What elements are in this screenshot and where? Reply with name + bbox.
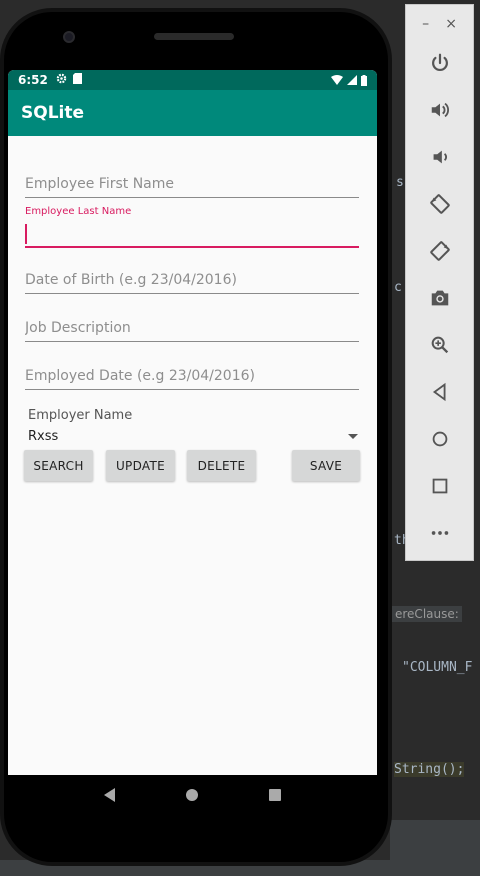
ide-where-clause-hint: ereClause:: [392, 606, 462, 622]
status-time: 6:52: [18, 73, 48, 87]
emulator-toolbar: – ×: [405, 4, 474, 561]
employed-date-field[interactable]: [25, 362, 359, 390]
phone-frame: 6:52 SQLite Employee Last Name: [0, 8, 392, 866]
ide-grey-bar: [390, 820, 480, 860]
minimize-icon[interactable]: –: [422, 16, 429, 32]
dob-field[interactable]: [25, 266, 359, 294]
nav-home-icon[interactable]: [185, 789, 198, 801]
dropdown-arrow-icon[interactable]: [348, 433, 358, 439]
first-name-field[interactable]: [25, 170, 359, 198]
signal-icon: [347, 75, 357, 85]
employer-spinner[interactable]: Rxss: [28, 426, 358, 446]
ide-code-fragment: s: [396, 175, 404, 190]
sd-card-status-icon: [72, 73, 82, 87]
app-bar: SQLite: [8, 90, 377, 136]
update-button[interactable]: UPDATE: [106, 450, 175, 481]
app-title: SQLite: [21, 103, 85, 123]
device-screen: 6:52 SQLite Employee Last Name: [8, 70, 377, 815]
status-bar: 6:52: [8, 70, 377, 90]
zoom-icon[interactable]: [406, 325, 473, 365]
dob-input[interactable]: [25, 266, 359, 294]
front-camera: [63, 31, 75, 43]
first-name-input[interactable]: [25, 170, 359, 198]
last-name-input[interactable]: [25, 220, 359, 248]
more-icon[interactable]: [406, 513, 473, 553]
close-icon[interactable]: ×: [445, 16, 457, 32]
nav-recents-icon[interactable]: [269, 789, 282, 801]
volume-down-icon[interactable]: [406, 137, 473, 177]
text-cursor: [25, 224, 27, 244]
wifi-icon: [331, 75, 343, 85]
job-description-field[interactable]: [25, 314, 359, 342]
search-button[interactable]: SEARCH: [24, 450, 93, 481]
ide-code-fragment: String();: [394, 762, 465, 777]
job-description-input[interactable]: [25, 314, 359, 342]
ide-code-fragment: "COLUMN_F: [402, 660, 473, 675]
home-icon[interactable]: [406, 419, 473, 459]
employer-selected-value: Rxss: [28, 428, 59, 444]
employed-date-input[interactable]: [25, 362, 359, 390]
settings-status-icon: [56, 73, 67, 87]
last-name-floating-label: Employee Last Name: [25, 206, 132, 217]
phone-speaker: [154, 33, 234, 40]
emulator-window-controls: – ×: [406, 5, 473, 43]
overview-icon[interactable]: [406, 466, 473, 506]
navigation-bar: [8, 775, 377, 815]
rotate-left-icon[interactable]: [406, 184, 473, 224]
power-icon[interactable]: [406, 43, 473, 83]
delete-button[interactable]: DELETE: [187, 450, 256, 481]
ide-code-fragment: c: [394, 280, 402, 295]
employer-name-label: Employer Name: [28, 408, 133, 423]
camera-icon[interactable]: [406, 278, 473, 318]
rotate-right-icon[interactable]: [406, 231, 473, 271]
battery-icon: [361, 74, 367, 86]
save-button[interactable]: SAVE: [292, 450, 360, 481]
last-name-field[interactable]: Employee Last Name: [25, 206, 359, 248]
back-icon[interactable]: [406, 372, 473, 412]
volume-up-icon[interactable]: [406, 90, 473, 130]
nav-back-icon[interactable]: [103, 788, 115, 802]
status-right-icons: [331, 74, 367, 86]
